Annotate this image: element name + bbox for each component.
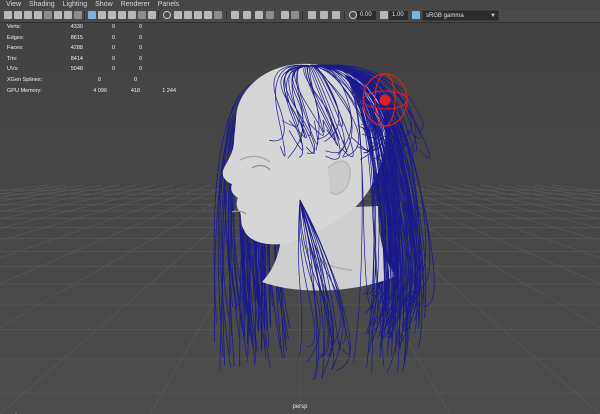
hud-value: 8414 [70, 55, 83, 62]
bookmark-icon[interactable] [24, 11, 32, 19]
hud-value: 0 [111, 24, 115, 30]
camera-sets-icon[interactable] [266, 11, 274, 19]
hud-value: 8615 [70, 34, 83, 41]
gate-mask-icon[interactable] [74, 11, 82, 19]
motion-blur-icon[interactable] [194, 11, 202, 19]
menu-renderer[interactable]: Renderer [121, 0, 150, 9]
hud-label: XGen Splines: [7, 76, 43, 83]
xray-icon[interactable] [118, 11, 126, 19]
smooth-shade-icon[interactable] [98, 11, 106, 19]
maya-application: View Shading Lighting Show Renderer Pane… [0, 0, 600, 414]
hud-value: 0 [111, 66, 115, 73]
color-management-icon[interactable] [412, 11, 420, 19]
frame-selection-icon[interactable] [332, 11, 340, 19]
film-gate-icon[interactable] [54, 11, 62, 19]
menu-view[interactable]: View [6, 0, 21, 9]
isolate-view-icon[interactable] [243, 11, 251, 19]
view-transform-dropdown[interactable]: sRGB gamma ▼ [422, 10, 499, 21]
poly-count-icon[interactable] [308, 11, 316, 19]
hud-value: 0 [138, 45, 142, 52]
hud-value: 4288 [70, 45, 83, 52]
exposure-icon [349, 11, 357, 19]
hud-label: Edges: [7, 34, 25, 41]
menu-lighting[interactable]: Lighting [63, 0, 88, 9]
hud-value: 1 244 [162, 87, 176, 94]
hud-value: 418 [130, 87, 140, 94]
wireframe-on-shaded-icon[interactable] [108, 11, 116, 19]
use-all-lights-icon[interactable] [163, 11, 171, 19]
gamma-field[interactable]: 1.00 [389, 11, 408, 20]
hud-value: 0 [138, 34, 142, 41]
hud-value: 4330 [70, 24, 83, 30]
hud-value: 0 [133, 76, 137, 83]
menu-show[interactable]: Show [95, 0, 113, 9]
isolate-select-icon[interactable] [231, 11, 239, 19]
hud-value: 0 [111, 45, 115, 52]
hud-label: Verts: [7, 24, 22, 30]
hud-value: 0 [138, 55, 142, 62]
chevron-down-icon: ▼ [490, 13, 496, 19]
xray-display-icon[interactable] [255, 11, 263, 19]
xray-active-icon[interactable] [138, 11, 146, 19]
hud-value: 5048 [70, 66, 83, 73]
camera-attributes-icon[interactable] [14, 11, 22, 19]
hud-label: GPU Memory: [7, 87, 42, 94]
hud-toggle-icon[interactable] [281, 11, 289, 19]
viewport-toolbar: 0.00 1.00 sRGB gamma ▼ [0, 9, 600, 23]
hud-value: 4 096 [93, 87, 107, 94]
hud-value: 0 [111, 34, 115, 41]
hud-label: Faces: [7, 45, 24, 52]
shadows-icon[interactable] [174, 11, 182, 19]
hud-label: UVs: [7, 66, 19, 73]
textured-icon[interactable] [148, 11, 156, 19]
depth-of-field-icon[interactable] [214, 11, 222, 19]
menu-panels[interactable]: Panels [158, 0, 179, 9]
hud-value: 0 [138, 24, 142, 30]
screen-space-ao-icon[interactable] [184, 11, 192, 19]
menu-shading[interactable]: Shading [29, 0, 55, 9]
hud-label: Tris: [7, 55, 18, 62]
image-plane-icon[interactable] [34, 11, 42, 19]
hud-value: 0 [97, 76, 101, 83]
hud-value: 0 [138, 66, 142, 73]
view-transform-value: sRGB gamma [426, 13, 464, 19]
grid-toggle-icon[interactable] [44, 11, 52, 19]
camera-name-label: persp [292, 404, 308, 410]
frame-all-icon[interactable] [320, 11, 328, 19]
exposure-field[interactable]: 0.00 [357, 11, 376, 20]
gamma-icon [380, 11, 388, 19]
hud-value: 0 [111, 55, 115, 62]
wireframe-icon[interactable] [88, 11, 96, 19]
select-camera-icon[interactable] [4, 11, 12, 19]
multisample-aa-icon[interactable] [204, 11, 212, 19]
xray-joints-icon[interactable] [128, 11, 136, 19]
viewport-menu-bar: View Shading Lighting Show Renderer Pane… [0, 0, 600, 9]
resolution-gate-icon[interactable] [64, 11, 72, 19]
hud-options-icon[interactable] [291, 11, 299, 19]
